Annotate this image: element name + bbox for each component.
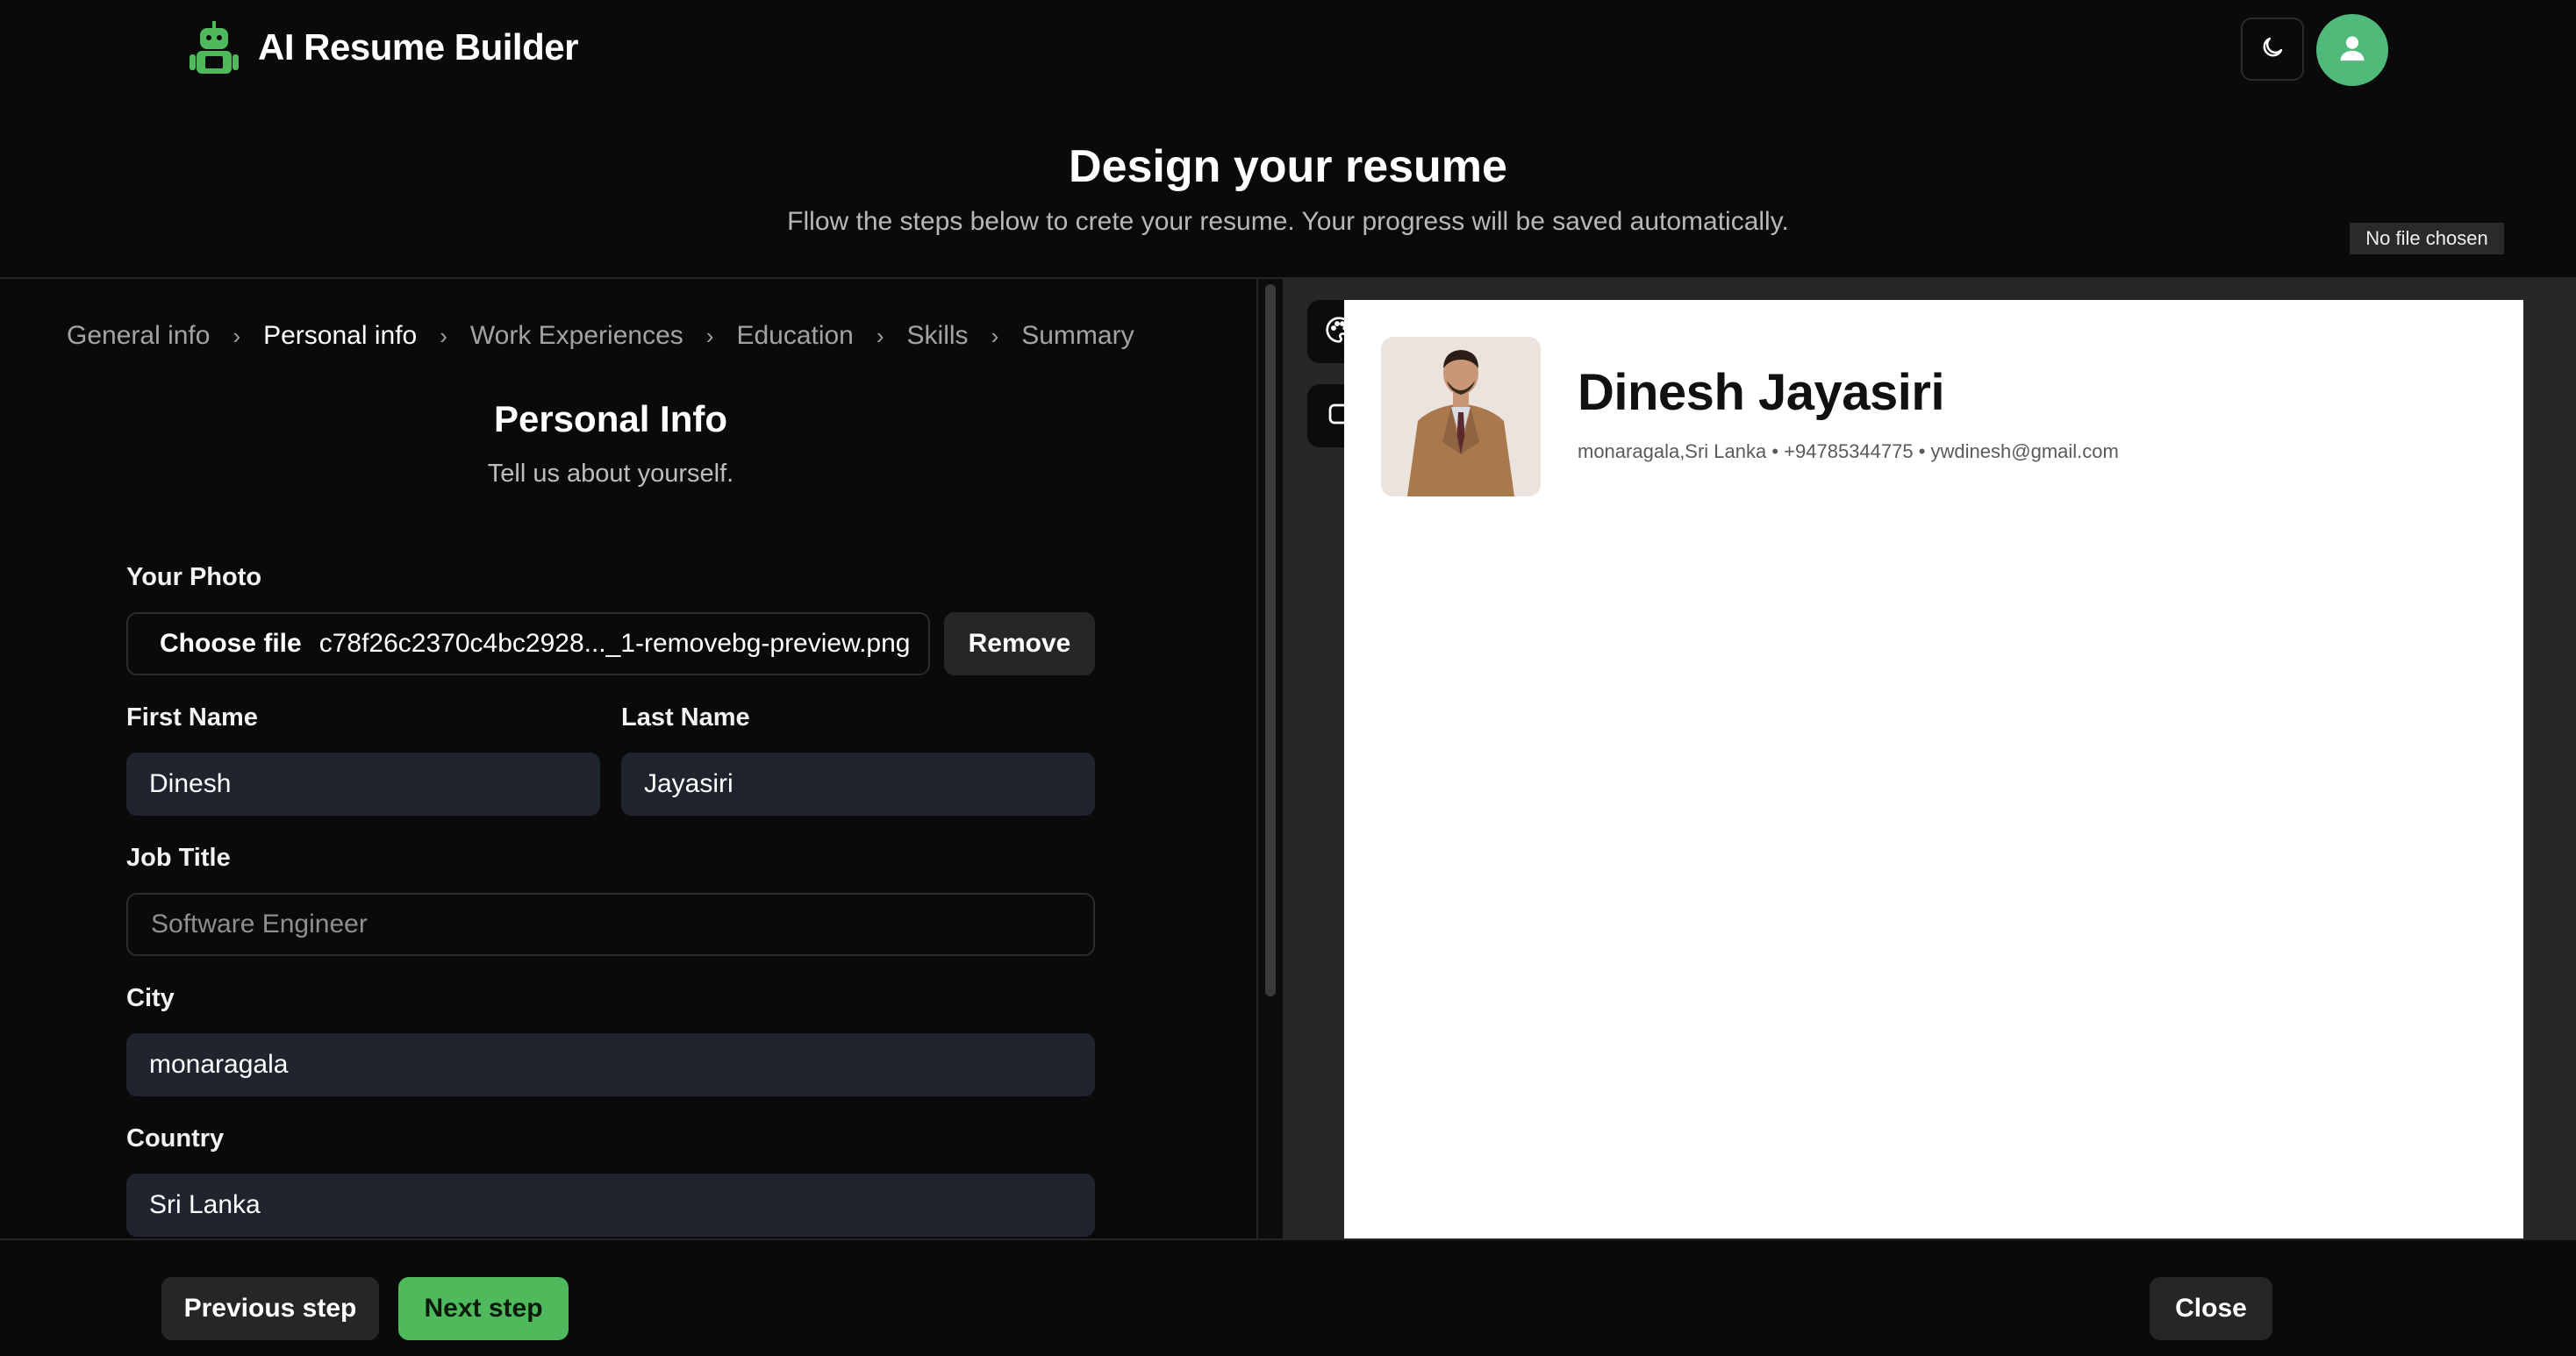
top-bar: AI Resume Builder [0, 0, 2576, 98]
step-skills[interactable]: Skills [907, 321, 969, 351]
user-avatar-button[interactable] [2316, 14, 2388, 86]
chevron-right-icon: › [876, 322, 884, 349]
photo-file-input[interactable]: Choose file c78f26c2370c4bc2928..._1-rem… [126, 612, 930, 675]
no-file-tooltip: No file chosen [2350, 223, 2504, 254]
step-personal-info[interactable]: Personal info [263, 321, 417, 351]
resume-photo [1381, 337, 1541, 496]
page-title: Design your resume [1069, 141, 1507, 192]
close-button[interactable]: Close [2150, 1277, 2272, 1340]
chevron-right-icon: › [705, 322, 714, 349]
app-brand[interactable]: AI Resume Builder [258, 26, 578, 68]
photo-label: Your Photo [126, 563, 262, 591]
chosen-file-name: c78f26c2370c4bc2928..._1-removebg-previe… [318, 629, 911, 658]
user-icon [2337, 33, 2367, 68]
robot-logo-icon[interactable] [188, 21, 240, 77]
first-name-field[interactable]: Dinesh [126, 753, 600, 816]
step-work-experiences[interactable]: Work Experiences [470, 321, 683, 351]
job-title-label: Job Title [126, 844, 231, 872]
city-label: City [126, 984, 175, 1012]
choose-file-button[interactable]: Choose file [160, 629, 302, 659]
remove-photo-button[interactable]: Remove [944, 612, 1095, 675]
chevron-right-icon: › [991, 322, 999, 349]
job-title-field[interactable]: Software Engineer [126, 893, 1095, 956]
previous-step-button[interactable]: Previous step [161, 1277, 379, 1340]
step-breadcrumb: General info › Personal info › Work Expe… [67, 321, 1134, 351]
country-label: Country [126, 1124, 225, 1153]
page-subtitle: Fllow the steps below to crete your resu… [787, 207, 1789, 236]
chevron-right-icon: › [440, 322, 447, 349]
editor-form-pane: General info › Personal info › Work Expe… [0, 279, 1256, 1238]
section-subtitle: Tell us about yourself. [487, 460, 734, 488]
moon-icon [2259, 34, 2286, 65]
last-name-field[interactable]: Jayasiri [621, 753, 1095, 816]
resume-name: Dinesh Jayasiri [1578, 364, 1945, 421]
country-field[interactable]: Sri Lanka [126, 1174, 1095, 1237]
resume-contact-line: monaragala,Sri Lanka • +94785344775 • yw… [1578, 440, 2119, 462]
step-summary[interactable]: Summary [1021, 321, 1134, 351]
step-education[interactable]: Education [736, 321, 853, 351]
section-title: Personal Info [493, 398, 728, 439]
last-name-label: Last Name [621, 703, 750, 732]
city-field[interactable]: monaragala [126, 1033, 1095, 1096]
footer-bar: Previous step Next step Close [0, 1238, 2576, 1356]
form-scrollbar-thumb[interactable] [1265, 284, 1276, 996]
theme-toggle-button[interactable] [2241, 18, 2304, 81]
first-name-label: First Name [126, 703, 258, 732]
step-general-info[interactable]: General info [67, 321, 210, 351]
chevron-right-icon: › [233, 322, 241, 349]
next-step-button[interactable]: Next step [398, 1277, 569, 1340]
